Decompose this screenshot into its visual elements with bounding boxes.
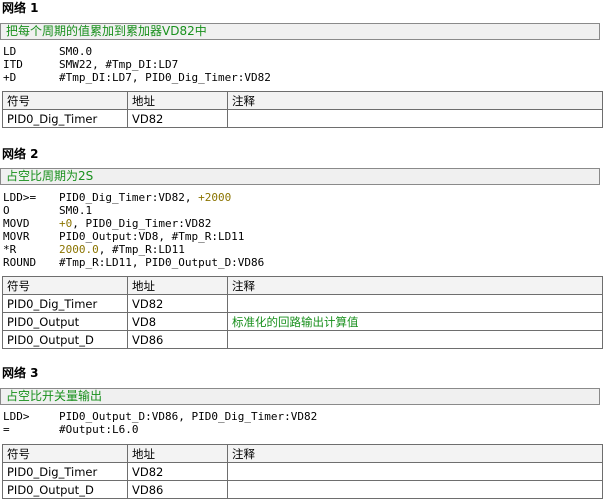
- symbol-cell[interactable]: PID0_Output_D: [2, 480, 128, 499]
- code-line[interactable]: LD SM0.0: [3, 45, 603, 58]
- address-cell[interactable]: VD86: [127, 480, 228, 499]
- comment-cell[interactable]: [227, 109, 603, 128]
- operand: PID0_Dig_Timer:VD82,: [59, 191, 199, 204]
- comment-header: 注释: [227, 444, 603, 463]
- address-header: 地址: [127, 444, 228, 463]
- symbol-cell[interactable]: PID0_Dig_Timer: [2, 294, 128, 313]
- address-cell[interactable]: VD82: [127, 462, 228, 481]
- instruction: LDD>: [3, 410, 30, 423]
- network-title[interactable]: 网络 1: [2, 0, 39, 16]
- table-row[interactable]: PID0_Output_D VD86: [2, 480, 603, 499]
- table-row[interactable]: PID0_Dig_Timer VD82: [2, 462, 603, 481]
- network-title[interactable]: 网络 3: [2, 365, 39, 381]
- operand: #Tmp_R:LD11, PID0_Output_D:VD86: [59, 256, 265, 269]
- symbol-table: 符号 地址 注释 PID0_Dig_Timer VD82: [2, 91, 603, 128]
- instruction: =: [3, 423, 10, 436]
- network-comment[interactable]: 把每个周期的值累加到累加器VD82中: [0, 23, 600, 40]
- stl-code[interactable]: LDD> PID0_Output_D:VD86, PID0_Dig_Timer:V…: [3, 410, 603, 436]
- symbol-cell[interactable]: PID0_Dig_Timer: [2, 109, 128, 128]
- instruction: LDD>=: [3, 191, 37, 204]
- symbol-header: 符号: [2, 91, 128, 110]
- table-header-row: 符号 地址 注释: [2, 91, 603, 110]
- address-cell[interactable]: VD86: [127, 330, 228, 349]
- comment-header: 注释: [227, 91, 603, 110]
- operand: PID0_Output_D:VD86, PID0_Dig_Timer:VD82: [59, 410, 318, 423]
- constant-operand: +0: [59, 217, 73, 230]
- table-row[interactable]: PID0_Dig_Timer VD82: [2, 109, 603, 128]
- address-header: 地址: [127, 91, 228, 110]
- constant-operand: +2000: [198, 191, 232, 204]
- symbol-header: 符号: [2, 276, 128, 295]
- operand: #Tmp_DI:LD7, PID0_Dig_Timer:VD82: [59, 71, 271, 84]
- instruction: O: [3, 204, 10, 217]
- instruction: MOVD: [3, 217, 30, 230]
- table-row[interactable]: PID0_Output VD8 标准化的回路输出计算值: [2, 312, 603, 331]
- table-header-row: 符号 地址 注释: [2, 276, 603, 295]
- comment-cell[interactable]: [227, 480, 603, 499]
- comment-cell[interactable]: 标准化的回路输出计算值: [227, 312, 603, 331]
- comment-header: 注释: [227, 276, 603, 295]
- operand: #Output:L6.0: [59, 423, 139, 436]
- operand: , PID0_Dig_Timer:VD82: [72, 217, 212, 230]
- symbol-table: 符号 地址 注释 PID0_Dig_Timer VD82 PID0_Output_D VD8…: [2, 444, 603, 499]
- operand: SM0.0: [59, 45, 93, 58]
- code-line[interactable]: ITD SMW22, #Tmp_DI:LD7: [3, 58, 603, 71]
- code-line[interactable]: O SM0.1: [3, 204, 603, 217]
- symbol-cell[interactable]: PID0_Dig_Timer: [2, 462, 128, 481]
- address-cell[interactable]: VD82: [127, 294, 228, 313]
- symbol-cell[interactable]: PID0_Output_D: [2, 330, 128, 349]
- program-editor: 网络 1 把每个周期的值累加到累加器VD82中 LD SM0.0 ITD SMW22,…: [0, 0, 606, 502]
- stl-code[interactable]: LDD>= PID0_Dig_Timer:VD82, +2000 O SM0.1 MOV…: [3, 191, 603, 269]
- comment-cell[interactable]: [227, 330, 603, 349]
- stl-code[interactable]: LD SM0.0 ITD SMW22, #Tmp_DI:LD7 +D #Tmp_DI:LD…: [3, 45, 603, 84]
- operand: SM0.1: [59, 204, 93, 217]
- network-title[interactable]: 网络 2: [2, 146, 39, 162]
- operand: , #Tmp_R:LD11: [98, 243, 185, 256]
- table-row[interactable]: PID0_Output_D VD86: [2, 330, 603, 349]
- address-cell[interactable]: VD8: [127, 312, 228, 331]
- instruction: LD: [3, 45, 17, 58]
- operand: SMW22, #Tmp_DI:LD7: [59, 58, 179, 71]
- instruction: MOVR: [3, 230, 30, 243]
- symbol-cell[interactable]: PID0_Output: [2, 312, 128, 331]
- symbol-table: 符号 地址 注释 PID0_Dig_Timer VD82 PID0_Output VD8 标准…: [2, 276, 603, 349]
- code-line[interactable]: ROUND #Tmp_R:LD11, PID0_Output_D:VD86: [3, 256, 603, 269]
- address-cell[interactable]: VD82: [127, 109, 228, 128]
- table-header-row: 符号 地址 注释: [2, 444, 603, 463]
- network-comment[interactable]: 占空比周期为2S: [0, 168, 600, 185]
- code-line[interactable]: LDD>= PID0_Dig_Timer:VD82, +2000: [3, 191, 603, 204]
- code-line[interactable]: MOVR PID0_Output:VD8, #Tmp_R:LD11: [3, 230, 603, 243]
- table-row[interactable]: PID0_Dig_Timer VD82: [2, 294, 603, 313]
- instruction: ROUND: [3, 256, 37, 269]
- symbol-header: 符号: [2, 444, 128, 463]
- code-line[interactable]: = #Output:L6.0: [3, 423, 603, 436]
- instruction: ITD: [3, 58, 23, 71]
- code-line[interactable]: *R 2000.0, #Tmp_R:LD11: [3, 243, 603, 256]
- address-header: 地址: [127, 276, 228, 295]
- comment-cell[interactable]: [227, 462, 603, 481]
- code-line[interactable]: LDD> PID0_Output_D:VD86, PID0_Dig_Timer:V…: [3, 410, 603, 423]
- code-line[interactable]: +D #Tmp_DI:LD7, PID0_Dig_Timer:VD82: [3, 71, 603, 84]
- network-comment[interactable]: 占空比开关量输出: [0, 388, 600, 405]
- constant-operand: 2000.0: [59, 243, 99, 256]
- comment-cell[interactable]: [227, 294, 603, 313]
- operand: PID0_Output:VD8, #Tmp_R:LD11: [59, 230, 245, 243]
- instruction: *R: [3, 243, 17, 256]
- code-line[interactable]: MOVD +0, PID0_Dig_Timer:VD82: [3, 217, 603, 230]
- instruction: +D: [3, 71, 17, 84]
